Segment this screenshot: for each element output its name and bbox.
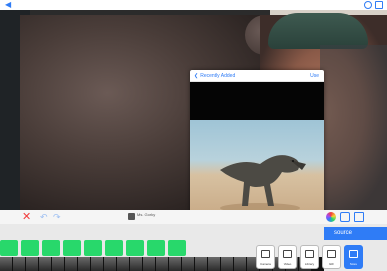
background-shadow bbox=[320, 45, 387, 210]
library-source-label: Library bbox=[304, 262, 315, 266]
redo-icon[interactable]: ↷ bbox=[53, 210, 61, 224]
media-picker-popover: ❮ Recently Added Use bbox=[190, 70, 324, 210]
layer-thumbnail-icon bbox=[128, 213, 135, 220]
frame-thumbnail[interactable] bbox=[117, 257, 129, 271]
track-segment[interactable] bbox=[126, 240, 144, 256]
frame-thumbnail[interactable] bbox=[65, 257, 77, 271]
dinosaur-preview-image[interactable] bbox=[190, 120, 324, 210]
picker-back-label: Recently Added bbox=[200, 73, 236, 79]
back-arrow-icon[interactable]: ◀ bbox=[5, 1, 13, 9]
frame-thumbnail[interactable] bbox=[234, 257, 246, 271]
store-source-label: Store bbox=[349, 262, 358, 266]
frame-thumbnail[interactable] bbox=[78, 257, 90, 271]
track-segment[interactable] bbox=[21, 240, 39, 256]
close-icon[interactable]: ✕ bbox=[22, 210, 31, 224]
timeline[interactable]: source Camera Video Library GIF Store bbox=[0, 224, 387, 271]
person-cap-image bbox=[268, 13, 368, 49]
frame-thumbnail[interactable] bbox=[143, 257, 155, 271]
frame-thumbnail[interactable] bbox=[221, 257, 233, 271]
right-tools bbox=[326, 212, 364, 222]
photo-library-icon bbox=[305, 250, 314, 258]
settings-icon[interactable] bbox=[364, 1, 372, 9]
track-segment[interactable] bbox=[105, 240, 123, 256]
track-segment[interactable] bbox=[63, 240, 81, 256]
chevron-left-icon: ❮ bbox=[194, 73, 199, 79]
trash-icon[interactable] bbox=[354, 212, 364, 222]
track-segment[interactable] bbox=[0, 240, 18, 256]
video-icon bbox=[283, 250, 292, 258]
frame-thumbnail[interactable] bbox=[0, 257, 12, 271]
undo-icon[interactable]: ↶ bbox=[40, 210, 48, 224]
use-button[interactable]: Use bbox=[310, 71, 319, 81]
camera-icon bbox=[261, 250, 270, 258]
top-bar: ◀ bbox=[0, 0, 387, 10]
picker-letterbox-top bbox=[190, 82, 324, 120]
picker-back-button[interactable]: ❮ Recently Added bbox=[194, 71, 235, 81]
copy-icon[interactable] bbox=[340, 212, 350, 222]
share-icon[interactable] bbox=[375, 1, 383, 9]
camera-source-button[interactable]: Camera bbox=[256, 245, 275, 269]
video-source-label: Video bbox=[283, 262, 292, 266]
video-source-button[interactable]: Video bbox=[278, 245, 297, 269]
frame-thumbnail[interactable] bbox=[130, 257, 142, 271]
video-canvas[interactable]: ❮ Recently Added Use bbox=[0, 10, 387, 210]
camera-source-label: Camera bbox=[260, 262, 271, 266]
frame-thumbnail[interactable] bbox=[13, 257, 25, 271]
library-source-button[interactable]: Library bbox=[300, 245, 319, 269]
store-icon bbox=[349, 250, 358, 258]
frame-thumbnail[interactable] bbox=[52, 257, 64, 271]
frame-thumbnail[interactable] bbox=[182, 257, 194, 271]
frame-thumbnail[interactable] bbox=[156, 257, 168, 271]
layer-label: Ms. Gorky bbox=[137, 212, 156, 217]
source-buttons: Camera Video Library GIF Store bbox=[254, 241, 387, 271]
edit-toolbar: ✕ ↶ ↷ Ms. Gorky bbox=[0, 210, 387, 224]
green-track[interactable] bbox=[0, 240, 190, 256]
top-right-controls bbox=[364, 1, 383, 9]
store-source-button[interactable]: Store bbox=[344, 245, 363, 269]
track-segment[interactable] bbox=[42, 240, 60, 256]
frame-thumbnail[interactable] bbox=[169, 257, 181, 271]
gif-source-button[interactable]: GIF bbox=[322, 245, 341, 269]
frame-thumbnail[interactable] bbox=[26, 257, 38, 271]
color-wheel-icon[interactable] bbox=[326, 212, 336, 222]
frame-thumbnail[interactable] bbox=[104, 257, 116, 271]
track-segment[interactable] bbox=[147, 240, 165, 256]
frame-thumbnail[interactable] bbox=[39, 257, 51, 271]
frame-thumbnail[interactable] bbox=[91, 257, 103, 271]
frame-thumbnail[interactable] bbox=[208, 257, 220, 271]
dinosaur-illustration bbox=[220, 155, 306, 210]
frame-thumbnail[interactable] bbox=[195, 257, 207, 271]
source-label: source bbox=[324, 227, 387, 240]
track-segment[interactable] bbox=[84, 240, 102, 256]
picker-header: ❮ Recently Added Use bbox=[190, 70, 324, 82]
track-segment[interactable] bbox=[168, 240, 186, 256]
gif-source-label: GIF bbox=[329, 262, 334, 266]
gif-icon bbox=[327, 250, 336, 258]
